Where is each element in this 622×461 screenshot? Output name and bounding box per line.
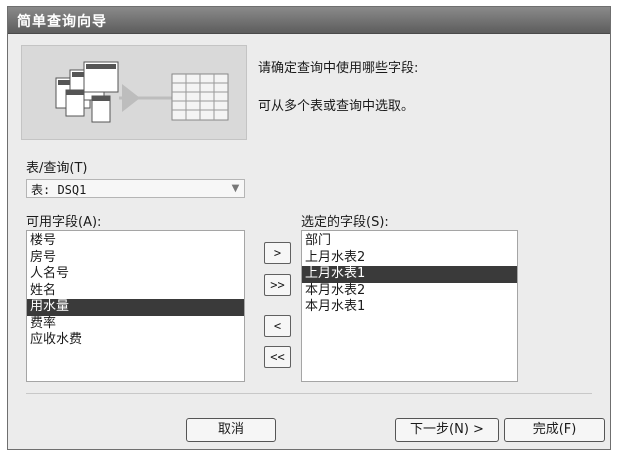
- add-field-button[interactable]: >: [264, 242, 291, 264]
- list-item[interactable]: 用水量: [27, 299, 244, 316]
- chevron-down-icon[interactable]: ▼: [228, 181, 243, 196]
- list-item[interactable]: 部门: [302, 233, 517, 250]
- table-query-value: 表: DSQ1: [31, 183, 87, 197]
- list-item[interactable]: 上月水表2: [302, 250, 517, 267]
- list-item[interactable]: 楼号: [27, 233, 244, 250]
- selected-fields-label: 选定的字段(S):: [301, 215, 389, 230]
- list-item[interactable]: 姓名: [27, 283, 244, 300]
- list-item[interactable]: 应收水费: [27, 332, 244, 349]
- list-item[interactable]: 人名号: [27, 266, 244, 283]
- next-button[interactable]: 下一步(N) >: [395, 418, 499, 442]
- finish-button[interactable]: 完成(F): [504, 418, 605, 442]
- table-query-label: 表/查询(T): [26, 161, 88, 176]
- simple-query-wizard-dialog: 简单查询向导 请确定查询中使用哪些字段: 可从多个表或查询中选取。 表/查询(T…: [7, 6, 611, 450]
- add-all-fields-button[interactable]: >>: [264, 274, 291, 296]
- wizard-illustration: [21, 45, 247, 140]
- table-query-select[interactable]: 表: DSQ1 ▼: [26, 179, 245, 198]
- available-fields-list[interactable]: 楼号 房号 人名号 姓名 用水量 费率 应收水费: [26, 230, 245, 382]
- selected-fields-list[interactable]: 部门 上月水表2 上月水表1 本月水表2 本月水表1: [301, 230, 518, 382]
- list-item[interactable]: 本月水表2: [302, 283, 517, 300]
- footer-divider: [26, 393, 592, 394]
- list-item[interactable]: 房号: [27, 250, 244, 267]
- cancel-button[interactable]: 取消: [186, 418, 276, 442]
- title-bar[interactable]: 简单查询向导: [8, 7, 610, 34]
- table-to-query-illustration-icon: [55, 61, 229, 123]
- list-item[interactable]: 费率: [27, 316, 244, 333]
- available-fields-label: 可用字段(A):: [26, 215, 102, 230]
- list-item[interactable]: 上月水表1: [302, 266, 517, 283]
- instruction-subtext: 可从多个表或查询中选取。: [258, 99, 415, 114]
- window-title: 简单查询向导: [17, 14, 107, 30]
- instruction-text: 请确定查询中使用哪些字段:: [258, 61, 419, 76]
- remove-field-button[interactable]: <: [264, 315, 291, 337]
- list-item[interactable]: 本月水表1: [302, 299, 517, 316]
- remove-all-fields-button[interactable]: <<: [264, 346, 291, 368]
